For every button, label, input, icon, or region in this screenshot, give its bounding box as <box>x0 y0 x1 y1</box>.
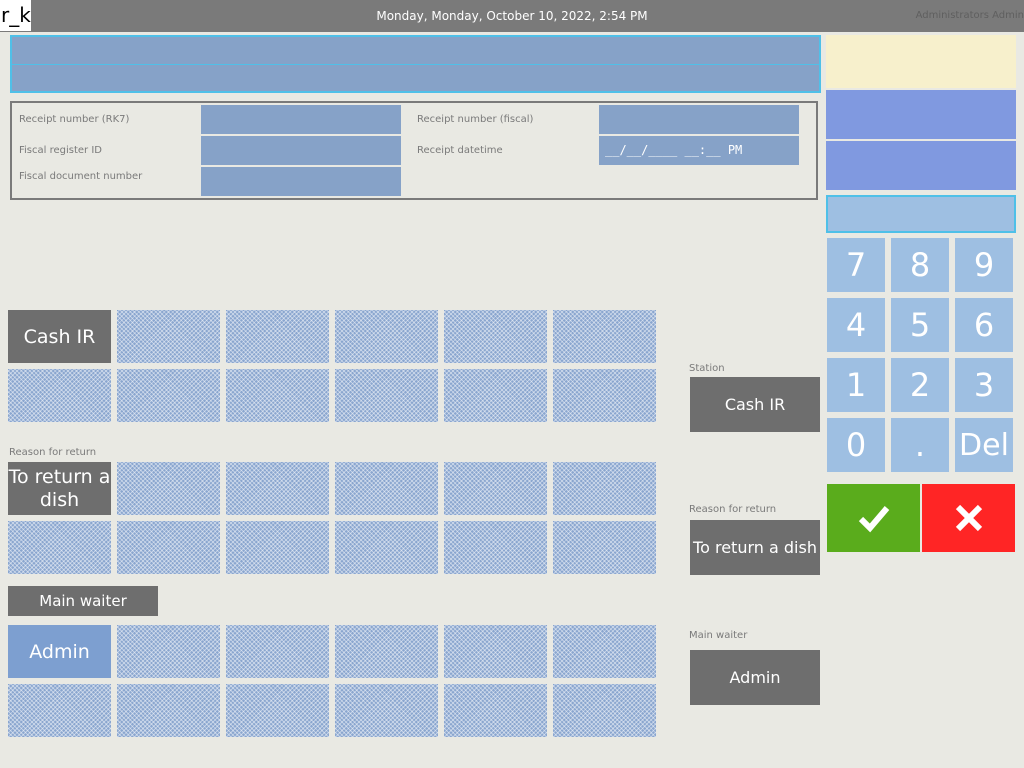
check-icon <box>858 506 889 533</box>
order-info-panel <box>826 35 1016 88</box>
station-summary-label: Station <box>689 363 725 374</box>
waiter-summary-button[interactable]: Admin <box>690 650 820 705</box>
fiscal-register-id-label: Fiscal register ID <box>19 145 102 156</box>
reason-for-return-grid-label: Reason for return <box>9 447 97 458</box>
station-option-empty[interactable] <box>117 310 220 363</box>
station-option-empty[interactable] <box>8 369 111 422</box>
waiter-option-empty[interactable] <box>553 684 656 737</box>
reason-option-selected[interactable]: To return a dish <box>8 462 111 515</box>
reason-summary-button[interactable]: To return a dish <box>690 520 820 575</box>
keypad-key-dot[interactable]: . <box>891 418 949 472</box>
reason-option-empty[interactable] <box>117 521 220 574</box>
waiter-option-empty[interactable] <box>117 625 220 678</box>
close-icon <box>955 504 982 532</box>
keypad-key-3[interactable]: 3 <box>955 358 1013 412</box>
waiter-option-empty[interactable] <box>335 684 438 737</box>
keypad-key-1[interactable]: 1 <box>827 358 885 412</box>
reason-option-empty[interactable] <box>226 521 329 574</box>
ok-button[interactable] <box>827 484 920 552</box>
reason-option-empty[interactable] <box>335 521 438 574</box>
station-option-empty[interactable] <box>444 310 547 363</box>
app-logo: r_k <box>0 0 31 31</box>
waiter-option-empty[interactable] <box>226 625 329 678</box>
keypad-key-4[interactable]: 4 <box>827 298 885 352</box>
receipt-datetime-label: Receipt datetime <box>417 145 503 156</box>
keypad-key-7[interactable]: 7 <box>827 238 885 292</box>
station-option-empty[interactable] <box>335 369 438 422</box>
reason-option-empty[interactable] <box>444 521 547 574</box>
keypad-key-2[interactable]: 2 <box>891 358 949 412</box>
receipt-number-fiscal-field[interactable] <box>599 105 799 135</box>
waiter-option-empty[interactable] <box>226 684 329 737</box>
keypad-key-5[interactable]: 5 <box>891 298 949 352</box>
fiscal-document-number-label: Fiscal document number <box>19 171 143 182</box>
waiter-option-empty[interactable] <box>553 625 656 678</box>
station-option-selected[interactable]: Cash IR <box>8 310 111 363</box>
station-option-empty[interactable] <box>226 310 329 363</box>
waiter-option-empty[interactable] <box>444 684 547 737</box>
waiter-option-empty[interactable] <box>8 684 111 737</box>
station-option-empty[interactable] <box>335 310 438 363</box>
reason-option-empty[interactable] <box>335 462 438 515</box>
keypad-key-8[interactable]: 8 <box>891 238 949 292</box>
receipt-number-rk7-label: Receipt number (RK7) <box>19 114 130 125</box>
waiter-option-empty[interactable] <box>335 625 438 678</box>
numeric-input-field[interactable] <box>826 195 1016 233</box>
station-option-empty[interactable] <box>444 369 547 422</box>
station-option-empty[interactable] <box>553 310 656 363</box>
user-name: Administrators Admin <box>915 10 1024 21</box>
waiter-option-selected[interactable]: Admin <box>8 625 111 678</box>
station-summary-button[interactable]: Cash IR <box>690 377 820 432</box>
receipt-number-rk7-field[interactable] <box>201 105 401 135</box>
datetime-display: Monday, Monday, October 10, 2022, 2:54 P… <box>376 9 648 23</box>
waiter-option-empty[interactable] <box>117 684 220 737</box>
keypad-key-9[interactable]: 9 <box>955 238 1013 292</box>
main-waiter-header-button[interactable]: Main waiter <box>8 586 158 616</box>
reason-option-empty[interactable] <box>553 521 656 574</box>
keypad-key-6[interactable]: 6 <box>955 298 1013 352</box>
amount-panel-top <box>826 90 1016 139</box>
waiter-option-empty[interactable] <box>444 625 547 678</box>
reason-option-empty[interactable] <box>553 462 656 515</box>
reason-option-empty[interactable] <box>444 462 547 515</box>
station-option-empty[interactable] <box>553 369 656 422</box>
keypad-key-del[interactable]: Del <box>955 418 1013 472</box>
waiter-summary-label: Main waiter <box>689 630 748 641</box>
station-option-empty[interactable] <box>117 369 220 422</box>
reason-option-empty[interactable] <box>226 462 329 515</box>
receipt-number-fiscal-label: Receipt number (fiscal) <box>417 114 534 125</box>
amount-panel-bottom <box>826 141 1016 190</box>
fiscal-register-id-field[interactable] <box>201 136 401 166</box>
reason-summary-label: Reason for return <box>689 504 777 515</box>
cancel-button[interactable] <box>922 484 1015 552</box>
reason-option-empty[interactable] <box>117 462 220 515</box>
receipt-datetime-field[interactable]: __/__/____ __:__ PM <box>599 136 799 166</box>
fiscal-document-number-field[interactable] <box>201 167 401 197</box>
reason-option-empty[interactable] <box>8 521 111 574</box>
station-option-empty[interactable] <box>226 369 329 422</box>
receipt-header-bar <box>10 35 821 93</box>
keypad-key-0[interactable]: 0 <box>827 418 885 472</box>
